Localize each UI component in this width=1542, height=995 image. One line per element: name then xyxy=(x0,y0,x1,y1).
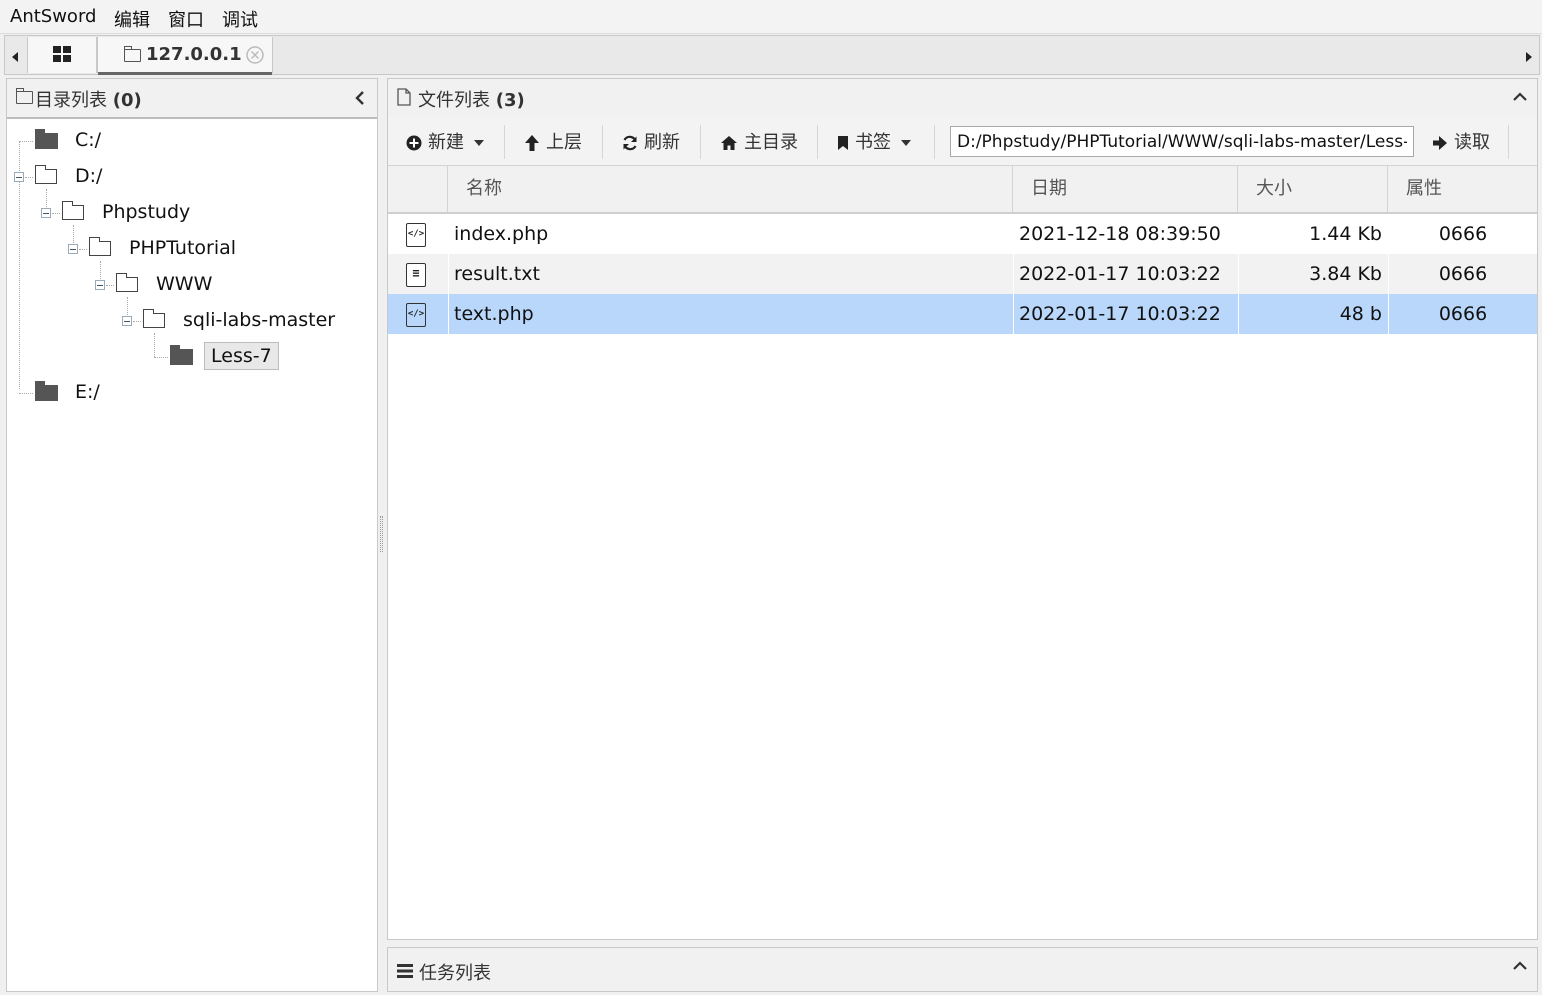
home-icon xyxy=(721,136,737,150)
task-panel-title: 任务列表 xyxy=(419,963,491,984)
tab-bar: 127.0.0.1 xyxy=(4,35,1540,75)
tree-node-less-7[interactable]: Less-7 xyxy=(170,341,330,371)
tree-node-phpstudy[interactable]: Phpstudy xyxy=(61,197,342,227)
directory-panel-header: 目录列表 (0) xyxy=(7,79,377,118)
collapse-left-icon[interactable] xyxy=(355,91,365,105)
folder-open-icon xyxy=(61,201,84,220)
file-panel-header: 文件列表 (3) xyxy=(388,79,1537,118)
plus-circle-icon xyxy=(406,135,422,151)
chevron-down-icon xyxy=(474,140,484,146)
collapse-toggle-phpstudy[interactable] xyxy=(41,208,51,218)
collapse-toggle-d[interactable] xyxy=(14,172,24,182)
column-header-date[interactable]: 日期 xyxy=(1013,166,1238,212)
menu-antsword[interactable]: AntSword xyxy=(10,6,96,27)
expand-up-icon[interactable] xyxy=(1513,961,1527,971)
tree-node-d[interactable]: D:/ xyxy=(34,161,335,191)
grid-icon xyxy=(53,46,71,62)
collapse-toggle-sqli-labs-master[interactable] xyxy=(122,316,132,326)
up-level-button[interactable]: 上层 xyxy=(524,128,582,158)
folder-icon xyxy=(35,129,58,149)
tree-node-c[interactable]: C:/ xyxy=(35,125,335,155)
text-file-icon: ≡ xyxy=(406,263,426,287)
collapse-toggle-www[interactable] xyxy=(95,280,105,290)
bookmark-button[interactable]: 书签 xyxy=(837,128,911,158)
scroll-left-icon[interactable] xyxy=(12,52,18,62)
tab-home[interactable] xyxy=(27,37,97,73)
chevron-down-icon xyxy=(901,140,911,146)
menu-debug[interactable]: 调试 xyxy=(222,6,258,32)
folder-open-icon xyxy=(115,273,138,292)
folder-icon xyxy=(124,46,141,62)
task-panel: 任务列表 xyxy=(387,947,1538,992)
panel-splitter[interactable] xyxy=(380,516,383,552)
read-button[interactable]: 读取 xyxy=(1432,128,1490,158)
menu-window[interactable]: 窗口 xyxy=(168,6,204,32)
refresh-icon xyxy=(623,135,637,151)
tree-node-e[interactable]: E:/ xyxy=(35,377,335,407)
tree-node-sqli-labs-master[interactable]: sqli-labs-master xyxy=(142,305,363,335)
file-toolbar: 新建 上层 刷新 主目录 书签 D:/Phpstudy/PHPTutorial/… xyxy=(388,117,1537,166)
scroll-right-icon[interactable] xyxy=(1526,52,1532,62)
column-header-size[interactable]: 大小 xyxy=(1238,166,1388,212)
file-row[interactable]: </> index.php 2021-12-18 08:39:50 1.44 K… xyxy=(388,214,1537,254)
file-row-selected[interactable]: </> text.php 2022-01-17 10:03:22 48 b 06… xyxy=(388,294,1537,334)
list-icon xyxy=(397,964,413,978)
home-directory-button[interactable]: 主目录 xyxy=(720,128,798,158)
column-header-attr[interactable]: 属性 xyxy=(1388,166,1537,212)
bookmark-icon xyxy=(838,136,848,150)
directory-panel-title: 目录列表 xyxy=(35,90,107,111)
folder-open-icon xyxy=(88,237,111,256)
tab-label: 127.0.0.1 xyxy=(146,44,242,65)
menu-edit[interactable]: 编辑 xyxy=(114,6,150,32)
file-grid-header: 名称 日期 大小 属性 xyxy=(388,166,1537,214)
close-tab-icon[interactable] xyxy=(246,46,264,64)
menubar: AntSword 编辑 窗口 调试 xyxy=(0,0,1542,34)
path-input[interactable] xyxy=(950,126,1414,157)
file-panel-title: 文件列表 xyxy=(418,90,490,111)
tree-node-phptutorial[interactable]: PHPTutorial xyxy=(88,233,349,263)
column-header-name[interactable]: 名称 xyxy=(448,166,1013,212)
folder-icon xyxy=(16,88,33,104)
tree-node-www[interactable]: WWW xyxy=(115,269,356,299)
folder-icon xyxy=(170,345,193,365)
collapse-up-icon[interactable] xyxy=(1513,92,1527,102)
refresh-button[interactable]: 刷新 xyxy=(622,128,680,158)
folder-open-icon xyxy=(34,165,57,184)
code-file-icon: </> xyxy=(406,303,426,327)
code-file-icon: </> xyxy=(406,223,426,247)
directory-panel: 目录列表 (0) C:/ D:/ Phpstudy PHPTutorial WW… xyxy=(6,78,378,992)
arrow-up-icon xyxy=(525,135,539,151)
arrow-right-icon xyxy=(1433,136,1447,150)
file-count: (3) xyxy=(495,90,525,111)
file-panel: 文件列表 (3) 新建 上层 刷新 主目录 书签 D:/Phpstudy/PHP… xyxy=(387,78,1538,940)
file-row[interactable]: ≡ result.txt 2022-01-17 10:03:22 3.84 Kb… xyxy=(388,254,1537,294)
collapse-toggle-phptutorial[interactable] xyxy=(68,244,78,254)
tab-127-0-0-1[interactable]: 127.0.0.1 xyxy=(97,37,273,75)
file-icon xyxy=(397,88,411,106)
new-button[interactable]: 新建 xyxy=(406,128,484,158)
folder-open-icon xyxy=(142,309,165,328)
directory-count: (0) xyxy=(112,90,142,111)
folder-icon xyxy=(35,381,58,401)
